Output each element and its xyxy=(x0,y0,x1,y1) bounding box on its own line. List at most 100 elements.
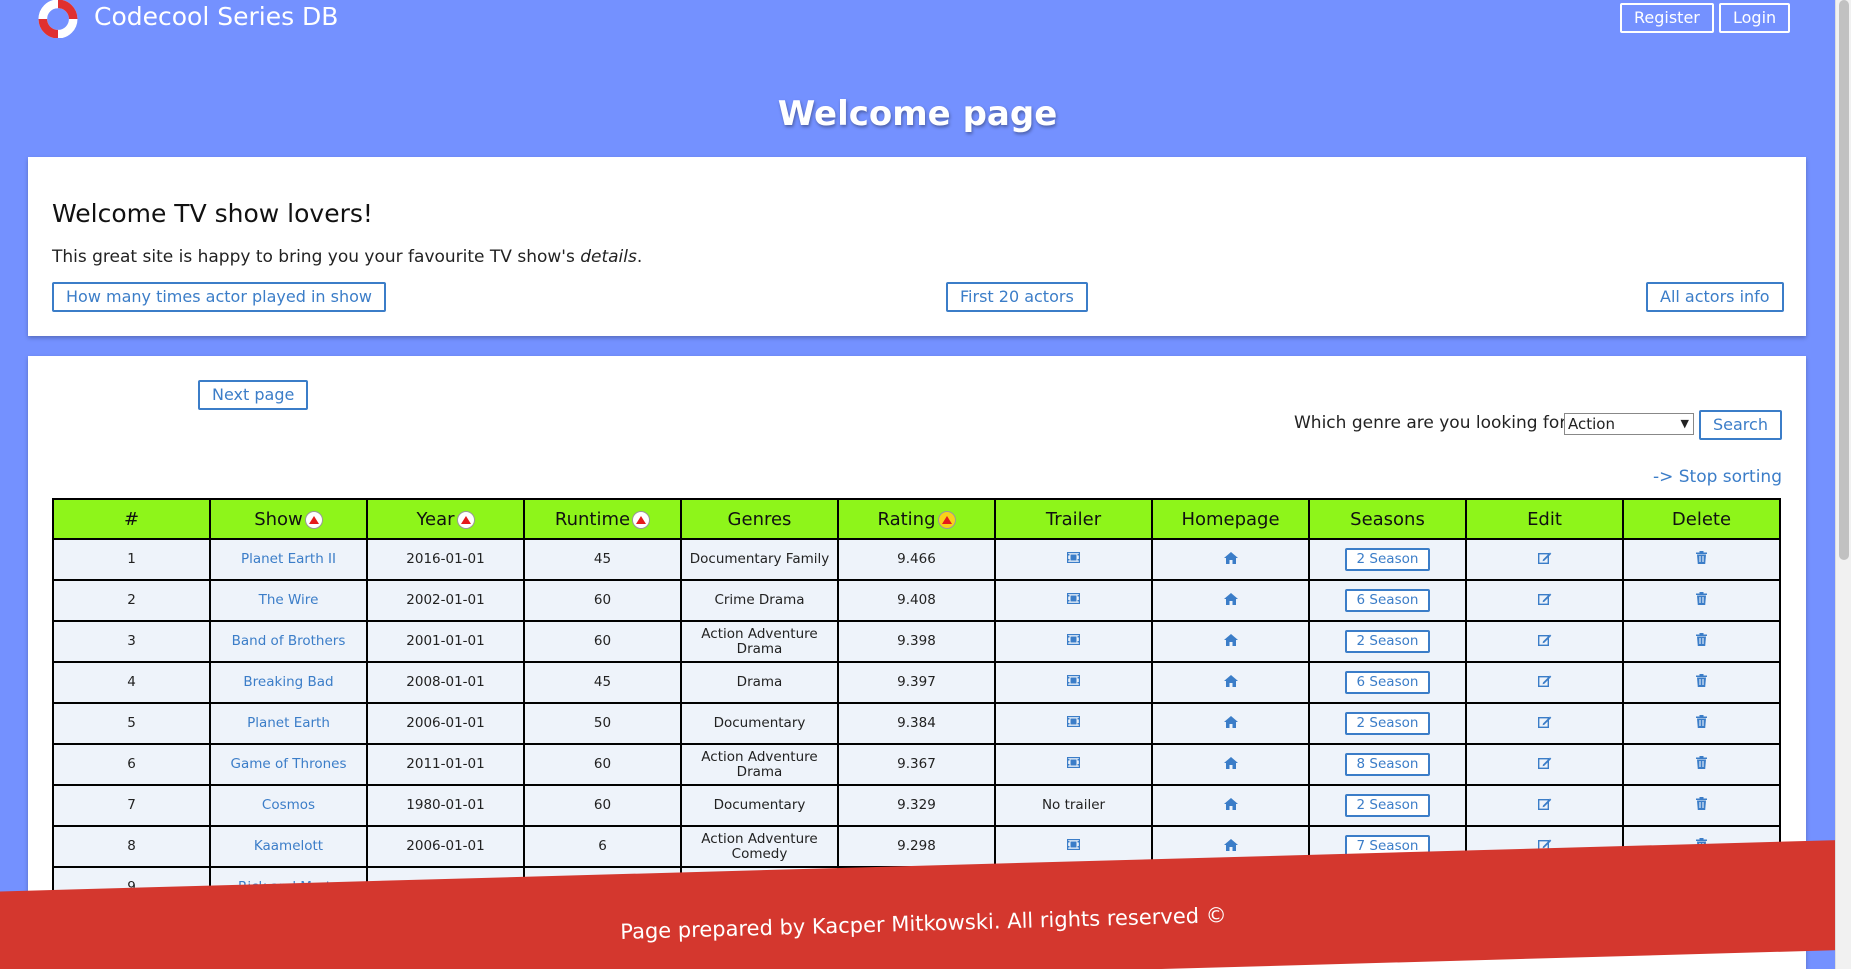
edit-icon[interactable] xyxy=(1537,551,1552,567)
lifebuoy-logo-icon[interactable] xyxy=(38,0,78,38)
seasons-button[interactable]: 2 Season xyxy=(1344,794,1431,817)
trash-icon[interactable] xyxy=(1696,715,1707,731)
film-icon[interactable] xyxy=(1066,716,1081,730)
show-cell: Band of Brothers xyxy=(209,620,368,663)
col-header-runtime[interactable]: Runtime xyxy=(523,498,682,540)
col-header-runtime-label: Runtime xyxy=(554,508,631,530)
homepage-cell xyxy=(1151,784,1310,827)
intro-card: Welcome TV show lovers! This great site … xyxy=(28,157,1806,336)
edit-icon[interactable] xyxy=(1537,674,1552,690)
home-icon[interactable] xyxy=(1223,674,1238,690)
row-number: 6 xyxy=(52,743,211,786)
table-row: 7 Cosmos 1980-01-01 60 Documentary 9.329 No tr… xyxy=(52,784,1781,827)
delete-cell xyxy=(1622,579,1781,622)
show-cell: The Wire xyxy=(209,579,368,622)
rating-cell: 9.298 xyxy=(837,825,996,868)
col-header-trailer: Trailer xyxy=(994,498,1153,540)
film-icon[interactable] xyxy=(1066,634,1081,648)
col-header-number: # xyxy=(52,498,211,540)
film-icon[interactable] xyxy=(1066,593,1081,607)
login-button[interactable]: Login xyxy=(1719,3,1791,33)
next-page-button[interactable]: Next page xyxy=(198,380,309,410)
edit-icon[interactable] xyxy=(1537,797,1552,813)
show-title-link[interactable]: Game of Thrones xyxy=(231,756,347,772)
homepage-cell xyxy=(1151,661,1310,704)
show-title-link[interactable]: Cosmos xyxy=(262,797,315,813)
delete-cell xyxy=(1622,702,1781,745)
search-button[interactable]: Search xyxy=(1699,410,1782,440)
sort-up-icon[interactable] xyxy=(937,510,956,529)
film-icon[interactable] xyxy=(1066,757,1081,771)
genre-selected-value: Action xyxy=(1568,415,1615,433)
seasons-button[interactable]: 6 Season xyxy=(1344,671,1431,694)
genres-cell: Documentary xyxy=(680,702,839,745)
year-cell: 1980-01-01 xyxy=(366,784,525,827)
home-icon[interactable] xyxy=(1223,551,1238,567)
trash-icon[interactable] xyxy=(1696,756,1707,772)
show-title-link[interactable]: Planet Earth II xyxy=(241,551,336,567)
welcome-text-details: details xyxy=(580,247,637,267)
show-cell: Planet Earth II xyxy=(209,538,368,581)
row-number: 8 xyxy=(52,825,211,868)
home-icon[interactable] xyxy=(1223,756,1238,772)
home-icon[interactable] xyxy=(1223,633,1238,649)
col-header-rating[interactable]: Rating xyxy=(837,498,996,540)
register-button[interactable]: Register xyxy=(1620,3,1714,33)
actor-played-count-button[interactable]: How many times actor played in show xyxy=(52,282,386,312)
edit-icon[interactable] xyxy=(1537,633,1552,649)
trash-icon[interactable] xyxy=(1696,797,1707,813)
homepage-cell xyxy=(1151,702,1310,745)
first-20-actors-button[interactable]: First 20 actors xyxy=(946,282,1088,312)
genres-cell: Crime Drama xyxy=(680,579,839,622)
trailer-cell xyxy=(994,538,1153,581)
trash-icon[interactable] xyxy=(1696,551,1707,567)
col-header-delete-label: Delete xyxy=(1671,508,1732,530)
delete-cell xyxy=(1622,620,1781,663)
show-title-link[interactable]: The Wire xyxy=(259,592,319,608)
show-title-link[interactable]: Breaking Bad xyxy=(243,674,333,690)
film-icon[interactable] xyxy=(1066,552,1081,566)
genre-select[interactable]: Action ▼ xyxy=(1564,413,1694,435)
trash-icon[interactable] xyxy=(1696,592,1707,608)
sort-up-icon[interactable] xyxy=(304,510,323,529)
delete-cell xyxy=(1622,538,1781,581)
seasons-button[interactable]: 2 Season xyxy=(1344,548,1431,571)
home-icon[interactable] xyxy=(1223,838,1238,854)
stop-sorting-link[interactable]: -> Stop sorting xyxy=(1653,467,1782,487)
edit-icon[interactable] xyxy=(1537,756,1552,772)
seasons-button[interactable]: 2 Season xyxy=(1344,712,1431,735)
home-icon[interactable] xyxy=(1223,797,1238,813)
show-title-link[interactable]: Kaamelott xyxy=(254,838,323,854)
home-icon[interactable] xyxy=(1223,592,1238,608)
film-icon[interactable] xyxy=(1066,675,1081,689)
seasons-button[interactable]: 8 Season xyxy=(1344,753,1431,776)
film-icon[interactable] xyxy=(1066,839,1081,853)
scrollbar-thumb[interactable] xyxy=(1839,0,1849,560)
edit-icon[interactable] xyxy=(1537,592,1552,608)
all-actors-info-button[interactable]: All actors info xyxy=(1646,282,1784,312)
col-header-delete: Delete xyxy=(1622,498,1781,540)
trailer-cell xyxy=(994,620,1153,663)
show-title-link[interactable]: Planet Earth xyxy=(247,715,330,731)
col-header-seasons: Seasons xyxy=(1308,498,1467,540)
home-icon[interactable] xyxy=(1223,715,1238,731)
sort-up-icon[interactable] xyxy=(632,510,651,529)
rating-cell: 9.466 xyxy=(837,538,996,581)
year-cell: 2008-01-01 xyxy=(366,661,525,704)
seasons-button[interactable]: 6 Season xyxy=(1344,589,1431,612)
show-title-link[interactable]: Band of Brothers xyxy=(232,633,346,649)
trailer-cell xyxy=(994,743,1153,786)
sort-up-icon[interactable] xyxy=(456,510,475,529)
seasons-button[interactable]: 2 Season xyxy=(1344,630,1431,653)
edit-icon[interactable] xyxy=(1537,715,1552,731)
year-cell: 2006-01-01 xyxy=(366,825,525,868)
col-header-show[interactable]: Show xyxy=(209,498,368,540)
runtime-cell: 60 xyxy=(523,579,682,622)
col-header-year[interactable]: Year xyxy=(366,498,525,540)
homepage-cell xyxy=(1151,620,1310,663)
brand-title[interactable]: Codecool Series DB xyxy=(94,2,338,31)
homepage-cell xyxy=(1151,538,1310,581)
page-scrollbar[interactable] xyxy=(1835,0,1851,969)
trash-icon[interactable] xyxy=(1696,633,1707,649)
trash-icon[interactable] xyxy=(1696,674,1707,690)
